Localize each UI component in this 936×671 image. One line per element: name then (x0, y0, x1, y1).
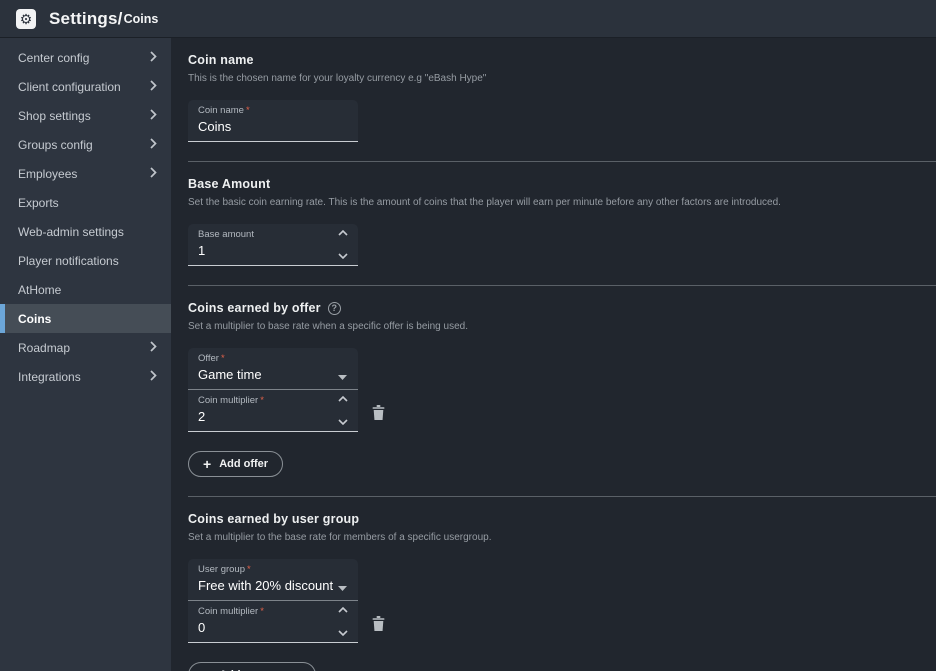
delete-user-group-button[interactable] (372, 616, 385, 631)
sidebar-item-player-notifications[interactable]: Player notifications (0, 246, 171, 275)
field-label: Coin name (198, 105, 244, 116)
add-user-group-button[interactable]: + Add user group (188, 662, 316, 671)
chevron-right-icon (150, 370, 157, 384)
section-description: Set a multiplier to the base rate for me… (188, 532, 936, 543)
field-label: Coin multiplier (198, 606, 258, 617)
sidebar-item-label: Exports (18, 196, 59, 210)
section-base-amount: Base Amount Set the basic coin earning r… (188, 162, 936, 286)
delete-offer-button[interactable] (372, 405, 385, 420)
app-window: ⚙ Settings/ Coins Center config Client co… (0, 0, 936, 671)
sidebar-item-label: Coins (18, 312, 51, 326)
chevron-right-icon (150, 341, 157, 355)
chevron-right-icon (150, 138, 157, 152)
coin-name-value[interactable]: Coins (198, 119, 348, 134)
offer-select[interactable]: Offer* Game time (188, 348, 358, 390)
decrement-icon[interactable] (338, 419, 348, 425)
chevron-right-icon (150, 167, 157, 181)
main-layout: Center config Client configuration Shop se… (0, 38, 936, 671)
plus-icon: + (203, 459, 211, 469)
sidebar-item-exports[interactable]: Exports (0, 188, 171, 217)
add-offer-button[interactable]: + Add offer (188, 451, 283, 477)
base-amount-stepper[interactable]: Base amount 1 (188, 224, 358, 266)
trash-icon (372, 616, 385, 631)
required-marker: * (260, 395, 264, 406)
increment-icon[interactable] (338, 230, 348, 236)
sidebar-item-web-admin-settings[interactable]: Web-admin settings (0, 217, 171, 246)
sidebar-item-groups-config[interactable]: Groups config (0, 130, 171, 159)
sidebar-item-integrations[interactable]: Integrations (0, 362, 171, 391)
field-label: Offer (198, 353, 219, 364)
sidebar-item-label: Integrations (18, 370, 81, 384)
section-title: Coins earned by user group (188, 512, 359, 526)
field-label: User group (198, 564, 245, 575)
chevron-right-icon (150, 80, 157, 94)
section-title: Coin name (188, 53, 254, 67)
offer-select-value[interactable]: Game time (198, 367, 348, 382)
sidebar-item-center-config[interactable]: Center config (0, 43, 171, 72)
dropdown-caret-icon[interactable] (338, 578, 347, 596)
sidebar-item-label: Shop settings (18, 109, 91, 123)
sidebar-item-employees[interactable]: Employees (0, 159, 171, 188)
chevron-right-icon (150, 51, 157, 65)
sidebar-item-label: Roadmap (18, 341, 70, 355)
sidebar-item-coins[interactable]: Coins (0, 304, 171, 333)
section-title: Coins earned by offer (188, 301, 321, 315)
section-description: Set a multiplier to base rate when a spe… (188, 321, 936, 332)
group-multiplier-stepper[interactable]: Coin multiplier* 0 (188, 601, 358, 643)
field-label: Coin multiplier (198, 395, 258, 406)
sidebar-item-athome[interactable]: AtHome (0, 275, 171, 304)
offer-multiplier-stepper[interactable]: Coin multiplier* 2 (188, 390, 358, 432)
section-title: Base Amount (188, 177, 270, 191)
section-coins-by-user-group: Coins earned by user group Set a multipl… (188, 497, 936, 671)
help-icon[interactable]: ? (328, 302, 341, 315)
required-marker: * (221, 353, 225, 364)
page-subtitle: Coins (124, 12, 159, 26)
sidebar-item-label: Client configuration (18, 80, 121, 94)
sidebar-item-label: Center config (18, 51, 89, 65)
sidebar-item-label: Web-admin settings (18, 225, 124, 239)
sidebar-item-label: Groups config (18, 138, 93, 152)
sidebar-item-label: AtHome (18, 283, 61, 297)
section-description: This is the chosen name for your loyalty… (188, 73, 936, 84)
content-area: Coin name This is the chosen name for yo… (171, 38, 936, 671)
sidebar-item-roadmap[interactable]: Roadmap (0, 333, 171, 362)
section-coins-by-offer: Coins earned by offer ? Set a multiplier… (188, 286, 936, 497)
required-marker: * (260, 606, 264, 617)
offer-multiplier-value[interactable]: 2 (198, 409, 348, 424)
trash-icon (372, 405, 385, 420)
required-marker: * (247, 564, 251, 575)
sidebar-item-label: Employees (18, 167, 77, 181)
user-group-select-value[interactable]: Free with 20% discount (198, 578, 348, 593)
required-marker: * (246, 105, 250, 116)
decrement-icon[interactable] (338, 253, 348, 259)
sidebar-item-shop-settings[interactable]: Shop settings (0, 101, 171, 130)
group-multiplier-value[interactable]: 0 (198, 620, 348, 635)
increment-icon[interactable] (338, 396, 348, 402)
page-title: Settings/ (49, 9, 123, 29)
section-coin-name: Coin name This is the chosen name for yo… (188, 38, 936, 162)
sidebar-item-label: Player notifications (18, 254, 119, 268)
topbar: ⚙ Settings/ Coins (0, 0, 936, 38)
chevron-right-icon (150, 109, 157, 123)
sidebar-nav: Center config Client configuration Shop se… (0, 38, 171, 671)
add-offer-label: Add offer (219, 458, 268, 470)
base-amount-value[interactable]: 1 (198, 243, 348, 258)
dropdown-caret-icon[interactable] (338, 367, 347, 385)
sidebar-item-client-configuration[interactable]: Client configuration (0, 72, 171, 101)
decrement-icon[interactable] (338, 630, 348, 636)
section-description: Set the basic coin earning rate. This is… (188, 197, 936, 208)
user-group-select[interactable]: User group* Free with 20% discount (188, 559, 358, 601)
increment-icon[interactable] (338, 607, 348, 613)
field-label: Base amount (198, 229, 254, 240)
gear-icon: ⚙ (16, 9, 36, 29)
coin-name-input[interactable]: Coin name* Coins (188, 100, 358, 142)
